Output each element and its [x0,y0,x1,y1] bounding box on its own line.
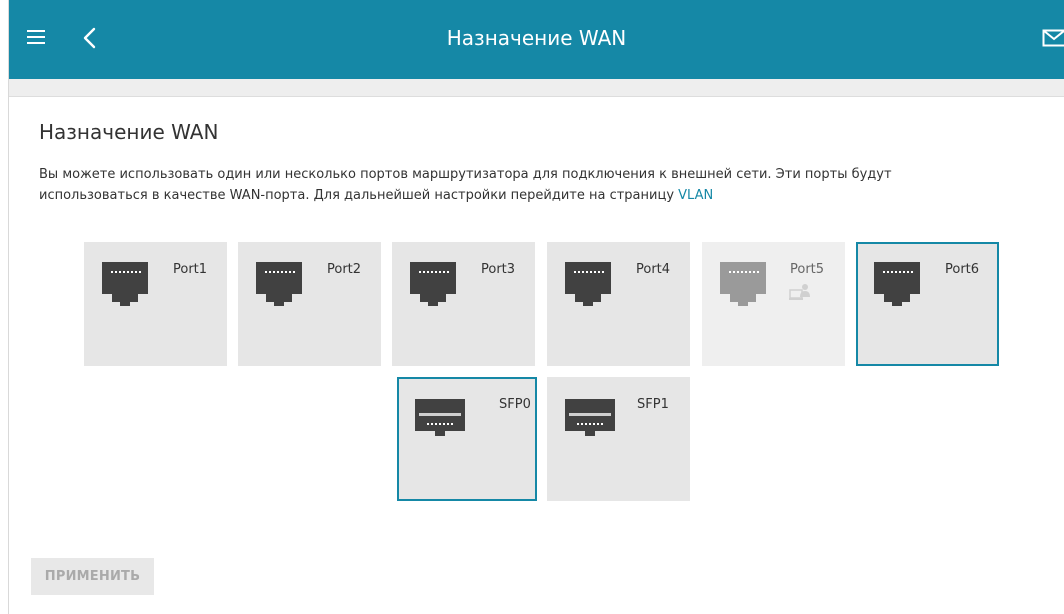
sub-header-bar [9,79,1064,97]
port-card-port1[interactable]: Port1 [84,242,227,366]
port-label: Port6 [945,262,980,277]
ethernet-port-icon [102,262,148,306]
port-label: Port2 [327,262,362,277]
sfp-port-icon [565,399,615,436]
ethernet-port-icon [410,262,456,306]
ethernet-port-icon [256,262,302,306]
port-label: Port5 [790,262,825,277]
port-card-port4[interactable]: Port4 [547,242,690,366]
port-card-port3[interactable]: Port3 [392,242,535,366]
mail-icon[interactable] [1042,29,1064,47]
ethernet-port-icon [874,262,920,306]
port-card-port6[interactable]: Port6 [856,242,999,366]
port-label: SFP0 [499,397,531,412]
left-frame [0,0,9,614]
port-card-sfp1[interactable]: SFP1 [547,377,690,501]
apply-button[interactable]: ПРИМЕНИТЬ [31,558,154,595]
port-card-port2[interactable]: Port2 [238,242,381,366]
port-card-sfp0[interactable]: SFP0 [397,377,537,501]
page-title: Назначение WAN [39,120,219,144]
ethernet-port-icon [720,262,766,306]
port-label: Port1 [173,262,208,277]
port-label: SFP1 [637,397,669,412]
header-title: Назначение WAN [446,26,627,50]
description-text: Вы можете использовать один или нескольк… [39,167,892,203]
page-description: Вы можете использовать один или нескольк… [39,164,999,206]
vlan-link[interactable]: VLAN [678,188,713,203]
ethernet-port-icon [565,262,611,306]
sfp-port-icon [415,399,465,436]
computer-user-icon [789,284,810,300]
port-label: Port3 [481,262,516,277]
port-label: Port4 [636,262,671,277]
port-card-port5: Port5 [702,242,845,366]
top-bar: Назначение WAN [9,0,1064,79]
